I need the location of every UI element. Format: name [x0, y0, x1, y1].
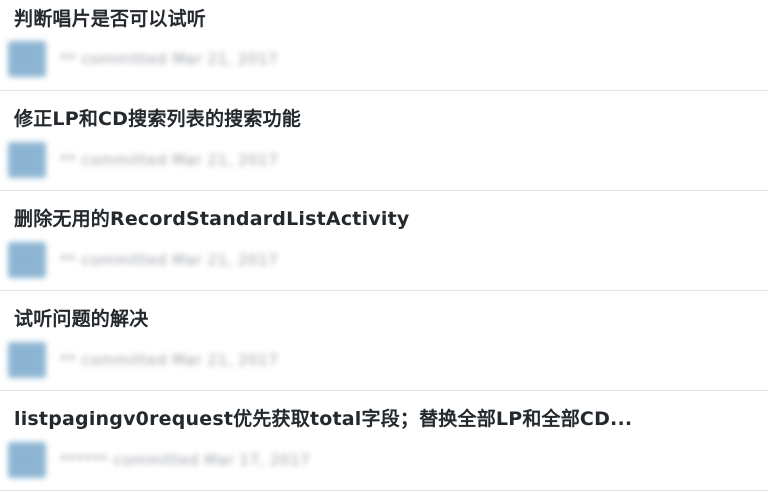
avatar[interactable]	[8, 442, 46, 478]
commit-meta-text: ** committed Mar 21, 2017	[60, 251, 279, 269]
commit-item[interactable]: 删除无用的RecordStandardListActivity ** commi…	[0, 191, 768, 291]
avatar[interactable]	[8, 41, 46, 77]
commit-title[interactable]: 判断唱片是否可以试听	[14, 7, 206, 31]
commit-title[interactable]: 试听问题的解决	[14, 307, 148, 331]
commit-title[interactable]: 删除无用的RecordStandardListActivity	[14, 207, 409, 231]
commit-meta: ** committed Mar 21, 2017	[8, 141, 278, 179]
avatar[interactable]	[8, 242, 46, 278]
commit-meta-text: ** committed Mar 21, 2017	[60, 50, 279, 68]
commit-item[interactable]: 修正LP和CD搜索列表的搜索功能 ** committed Mar 21, 20…	[0, 91, 768, 191]
commit-item[interactable]: 判断唱片是否可以试听 ** committed Mar 21, 2017	[0, 0, 768, 91]
commit-meta: ** committed Mar 21, 2017	[8, 341, 278, 379]
commit-meta-text: ** committed Mar 21, 2017	[60, 151, 279, 169]
commit-meta: ** committed Mar 21, 2017	[8, 241, 278, 279]
avatar[interactable]	[8, 342, 46, 378]
avatar[interactable]	[8, 142, 46, 178]
commit-meta: ** committed Mar 21, 2017	[8, 40, 278, 78]
commit-title[interactable]: 修正LP和CD搜索列表的搜索功能	[14, 107, 301, 131]
commit-item[interactable]: 试听问题的解决 ** committed Mar 21, 2017	[0, 291, 768, 391]
commit-list: 判断唱片是否可以试听 ** committed Mar 21, 2017 修正L…	[0, 0, 768, 491]
commit-meta-text: ** committed Mar 21, 2017	[60, 351, 279, 369]
commit-meta: ****** committed Mar 17, 2017	[8, 441, 310, 479]
commit-item[interactable]: listpagingv0request优先获取total字段；替换全部LP和全部…	[0, 391, 768, 491]
commit-title[interactable]: listpagingv0request优先获取total字段；替换全部LP和全部…	[14, 407, 632, 431]
commit-meta-text: ****** committed Mar 17, 2017	[60, 451, 311, 469]
